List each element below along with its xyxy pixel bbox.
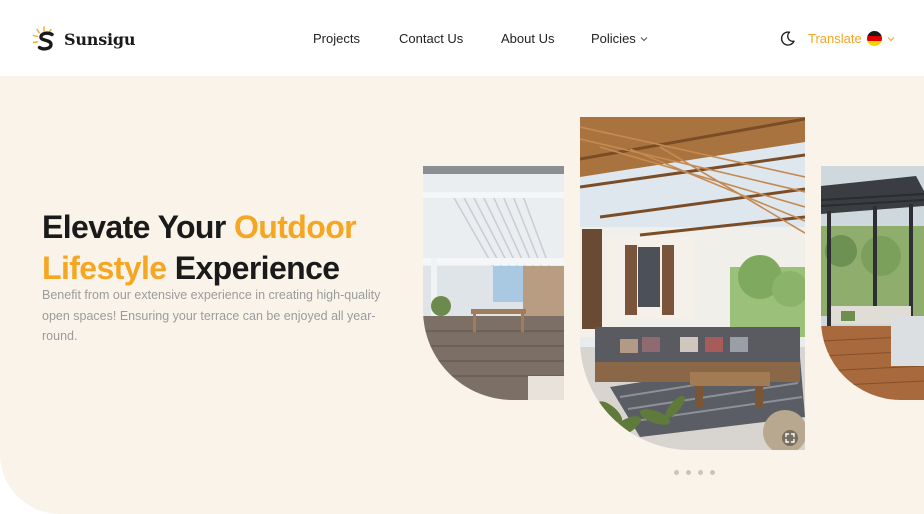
translate-button[interactable]: Translate [808,31,895,46]
hero-description: Benefit from our extensive experience in… [42,288,381,343]
nav-policies-label: Policies [591,31,636,46]
carousel-pagination [674,470,715,475]
hero-section: Elevate Your Outdoor Lifestyle Experience… [0,76,924,514]
nav-about-us[interactable]: About Us [501,31,554,46]
chevron-down-icon [640,36,648,41]
carousel-slide-active[interactable] [580,117,805,450]
nav-projects[interactable]: Projects [313,31,360,46]
hero-title: Elevate Your Outdoor Lifestyle Experience [42,207,402,289]
chevron-down-icon [887,36,895,41]
hero-title-part2: Experience [166,250,340,286]
translate-label: Translate [808,31,862,46]
slide-image-wooden-pergola [580,117,805,450]
carousel-slide-prev[interactable] [423,166,564,400]
germany-flag-icon [866,31,882,46]
carousel-dot-1[interactable] [674,470,679,475]
carousel-dot-3[interactable] [698,470,703,475]
carousel-dot-2[interactable] [686,470,691,475]
site-header: Sunsigu Projects Contact Us About Us Pol… [0,0,924,76]
slide-image-white-pergola [423,166,564,400]
carousel-dot-4[interactable] [710,470,715,475]
hero-title-part1: Elevate Your [42,209,234,245]
slide-image-dark-pergola [821,166,924,400]
nav-policies-dropdown[interactable]: Policies [591,31,648,46]
hero-title-accent-lifestyle: Lifestyle [42,250,167,286]
moon-icon[interactable] [779,30,796,47]
carousel-slide-next[interactable] [821,166,924,400]
fullscreen-icon[interactable] [782,430,798,446]
hero-title-accent-outdoor: Outdoor [234,209,357,245]
nav-contact-us[interactable]: Contact Us [399,31,463,46]
